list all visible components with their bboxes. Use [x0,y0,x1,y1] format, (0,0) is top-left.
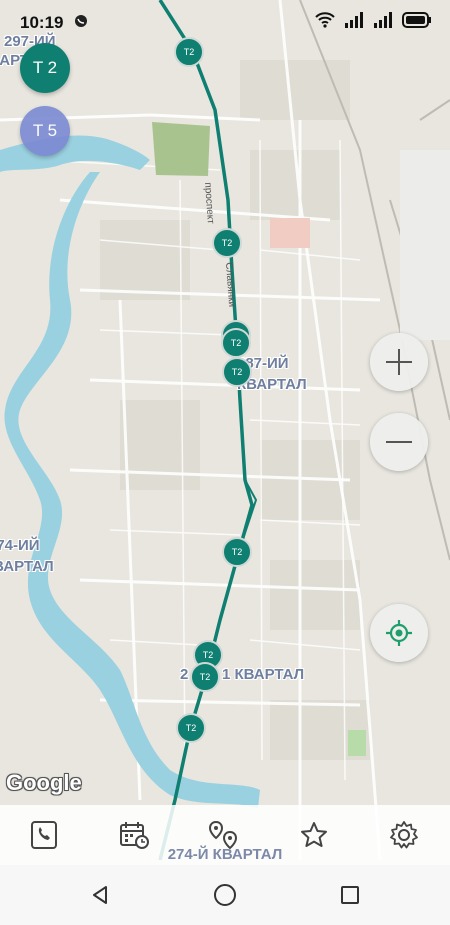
route-chip-t2[interactable]: T 2 [20,43,70,93]
vehicle-marker[interactable]: T2 [222,357,252,387]
vehicle-marker-label: T2 [221,238,233,248]
signal-icon [373,12,393,33]
back-triangle-icon [93,886,107,904]
crosshair-icon [386,620,412,646]
quarter-label: 2 [180,666,189,683]
vehicle-marker-label: T2 [231,367,243,377]
vehicle-marker[interactable]: T2 [190,662,220,692]
zoom-in-button[interactable] [370,333,428,391]
vehicle-marker-label: T2 [230,338,242,348]
signal-icon [344,12,364,33]
wifi-icon [315,12,335,33]
my-location-button[interactable] [370,604,428,662]
plus-icon [386,349,412,375]
quarter-label: 274-Й КВАРТАЛ [167,846,283,863]
minus-icon [386,441,412,443]
vehicle-marker[interactable]: T2 [221,328,251,358]
quarter-label: 274-ИЙ [0,537,40,554]
vehicle-marker[interactable]: T2 [176,713,206,743]
home-button[interactable] [209,879,241,911]
vehicle-marker-label: T2 [202,650,214,660]
back-button[interactable] [84,879,116,911]
status-bar: 10:19 [0,0,450,44]
vehicle-marker[interactable]: T2 [212,228,242,258]
vehicle-marker-label: T2 [199,672,211,682]
quarter-label: 1 КВАРТАЛ [222,666,305,683]
recents-button[interactable] [334,879,366,911]
quarter-label: КВАРТАЛ [0,558,54,575]
vehicle-marker-label: T2 [185,723,197,733]
battery-icon [402,12,432,33]
system-nav-bar [0,865,450,925]
vehicle-marker[interactable]: T2 [222,537,252,567]
vehicle-marker-label: T2 [183,47,195,57]
viber-icon [74,14,88,33]
recents-square-icon [341,886,359,904]
status-time: 10:19 [20,13,64,32]
route-chip-t5[interactable]: T 5 [20,106,70,156]
google-logo: Google [6,770,82,795]
home-circle-icon [214,884,236,906]
zoom-out-button[interactable] [370,413,428,471]
vehicle-marker-label: T2 [231,547,243,557]
